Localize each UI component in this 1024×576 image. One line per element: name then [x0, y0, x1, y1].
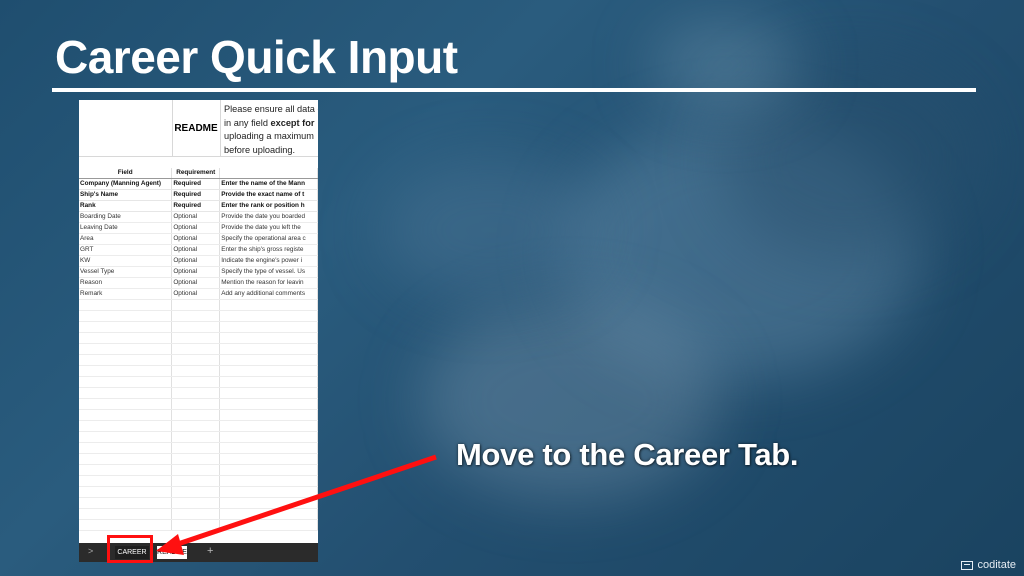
brand-name: coditate — [977, 559, 1016, 571]
pointer-arrow — [156, 454, 437, 555]
arrow-head — [156, 534, 184, 555]
monitor-icon — [961, 560, 974, 570]
arrow-shaft — [171, 454, 437, 549]
brand-logo: coditate — [961, 559, 1016, 571]
instruction-callout: Move to the Career Tab. — [456, 437, 799, 472]
